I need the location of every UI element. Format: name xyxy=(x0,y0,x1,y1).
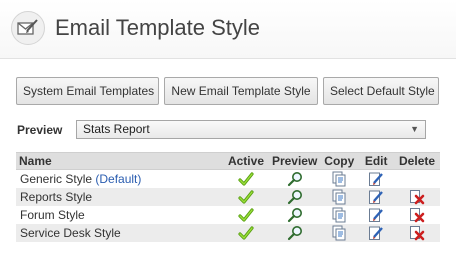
delete-icon[interactable] xyxy=(409,225,425,241)
edit-icon[interactable] xyxy=(368,189,384,205)
column-header-active: Active xyxy=(223,152,269,170)
table-row: Forum Style xyxy=(16,206,440,224)
copy-cell xyxy=(320,224,359,242)
delete-cell xyxy=(394,188,440,206)
edit-cell xyxy=(358,224,395,242)
preview-magnifier-icon[interactable] xyxy=(287,189,303,205)
style-name-cell: Generic Style (Default) xyxy=(16,170,223,189)
delete-cell xyxy=(394,224,440,242)
style-name: Reports Style xyxy=(20,190,93,204)
style-name: Generic Style xyxy=(20,172,93,186)
table-row: Generic Style (Default) xyxy=(16,170,440,189)
column-header-copy: Copy xyxy=(320,152,359,170)
preview-select[interactable]: Stats Report ▼ xyxy=(76,120,426,139)
active-check-icon[interactable] xyxy=(238,189,254,205)
edit-icon[interactable] xyxy=(368,171,384,187)
copy-icon[interactable] xyxy=(331,225,347,241)
copy-cell xyxy=(320,188,359,206)
preview-magnifier-cell xyxy=(268,188,321,206)
table-row: Reports Style xyxy=(16,188,440,206)
edit-cell xyxy=(358,188,395,206)
column-header-delete: Delete xyxy=(394,152,440,170)
copy-icon[interactable] xyxy=(331,171,347,187)
table-header-row: Name Active Preview Copy Edit Delete xyxy=(16,152,440,170)
copy-cell xyxy=(320,170,358,189)
styles-table: Name Active Preview Copy Edit Delete Gen… xyxy=(16,152,440,242)
active-check-cell xyxy=(223,170,269,189)
preview-magnifier-icon[interactable] xyxy=(287,171,303,187)
table-row: Service Desk Style xyxy=(16,224,440,242)
edit-icon[interactable] xyxy=(368,207,384,223)
copy-cell xyxy=(320,206,358,224)
delete-cell xyxy=(394,170,440,189)
active-check-icon[interactable] xyxy=(238,207,254,223)
style-name: Forum Style xyxy=(20,208,85,222)
edit-cell xyxy=(358,206,394,224)
style-name-cell: Service Desk Style xyxy=(16,224,224,242)
page-header: Email Template Style xyxy=(0,0,456,59)
column-header-preview: Preview xyxy=(268,152,321,170)
delete-icon[interactable] xyxy=(409,207,425,223)
active-check-cell xyxy=(223,206,269,224)
preview-magnifier-cell xyxy=(269,170,320,189)
preview-magnifier-icon[interactable] xyxy=(287,207,303,223)
copy-icon[interactable] xyxy=(331,189,347,205)
style-name-cell: Reports Style xyxy=(16,188,224,206)
active-check-icon[interactable] xyxy=(238,225,254,241)
delete-icon[interactable] xyxy=(409,189,425,205)
preview-magnifier-cell xyxy=(268,224,321,242)
new-email-template-style-button[interactable]: New Email Template Style xyxy=(164,77,318,105)
column-header-edit: Edit xyxy=(358,152,395,170)
active-check-icon[interactable] xyxy=(238,171,254,187)
copy-icon[interactable] xyxy=(331,207,347,223)
select-default-style-button[interactable]: Select Default Style xyxy=(323,77,439,105)
edit-icon[interactable] xyxy=(368,225,384,241)
active-check-cell xyxy=(223,224,269,242)
system-email-templates-button[interactable]: System Email Templates xyxy=(16,77,159,105)
style-name: Service Desk Style xyxy=(20,226,121,240)
delete-cell xyxy=(394,206,440,224)
column-header-name: Name xyxy=(16,152,224,170)
page-title: Email Template Style xyxy=(55,15,261,40)
preview-magnifier-icon[interactable] xyxy=(287,225,303,241)
preview-magnifier-cell xyxy=(269,206,320,224)
active-check-cell xyxy=(223,188,269,206)
edit-cell xyxy=(358,170,394,189)
preview-label: Preview xyxy=(17,123,63,137)
compose-email-icon xyxy=(11,11,45,45)
preview-selected-value: Stats Report xyxy=(83,122,150,136)
style-name-cell: Forum Style xyxy=(16,206,223,224)
default-tag: (Default) xyxy=(95,172,142,186)
dropdown-arrow-icon: ▼ xyxy=(410,124,419,134)
